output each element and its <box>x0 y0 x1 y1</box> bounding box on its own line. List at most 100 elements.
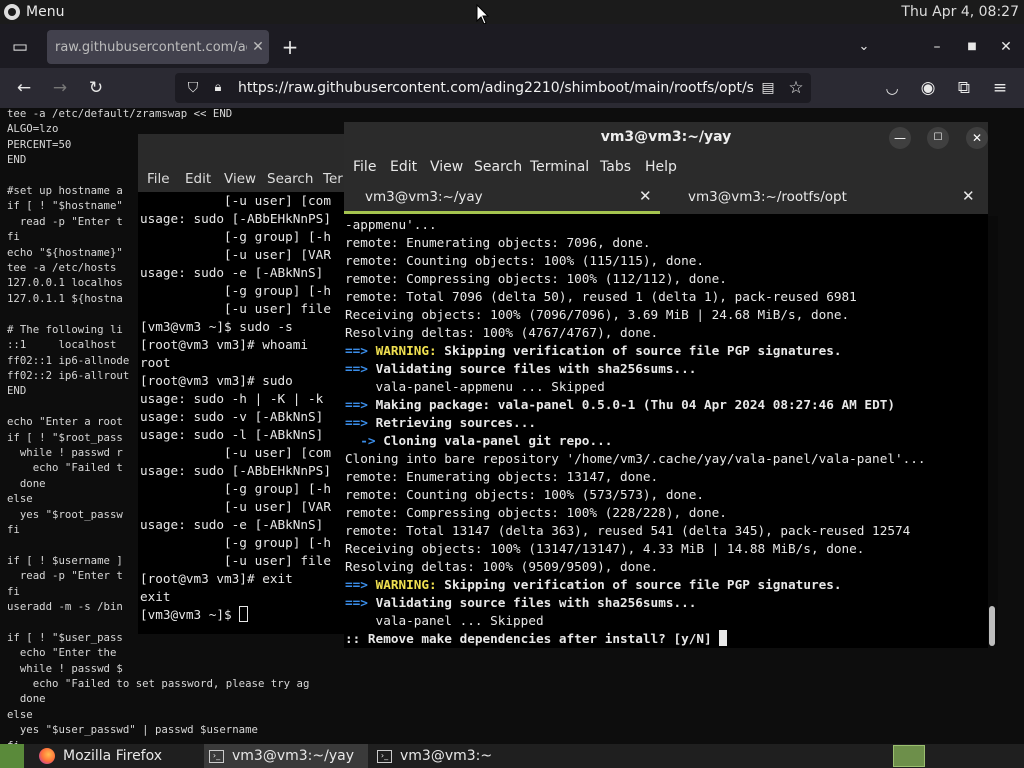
close-icon[interactable]: ✕ <box>966 127 988 149</box>
lock-icon[interactable]: 🔒︎ <box>207 78 229 98</box>
terminal-line: [-u user] file <box>140 553 331 568</box>
clock[interactable]: Thu Apr 4, 08:27 <box>901 4 1019 20</box>
warning-text: Skipping verification of source file PGP… <box>436 577 842 592</box>
terminal-line: [-u user] file <box>140 301 331 316</box>
distro-logo-icon <box>4 4 20 20</box>
menu-label: Menu <box>26 4 65 20</box>
terminal-line: [-u user] [com <box>140 193 331 208</box>
back-menu-terminal[interactable]: Ter <box>323 171 343 187</box>
main-terminal-output[interactable]: -appmenu'... remote: Enumerating objects… <box>345 216 985 648</box>
back-menu-file[interactable]: File <box>147 171 170 187</box>
terminal-line: [-g group] [-h <box>140 229 331 244</box>
terminal-cursor <box>239 606 249 622</box>
terminal-line: [-u user] [VAR <box>140 499 331 514</box>
account-icon[interactable]: ◉ <box>917 78 939 98</box>
tab-rootfs-opt[interactable]: vm3@vm3:~/rootfs/opt ✕ <box>666 182 988 214</box>
url-bar[interactable]: ⛉ 🔒︎ https://raw.githubusercontent.com/a… <box>175 73 811 103</box>
back-menu-edit[interactable]: Edit <box>185 171 211 187</box>
step-text: Cloning vala-panel git repo... <box>383 433 613 448</box>
terminal-scrollbar[interactable] <box>988 216 998 646</box>
menu-terminal[interactable]: Terminal <box>530 159 589 175</box>
url-text[interactable]: https://raw.githubusercontent.com/ading2… <box>238 80 753 96</box>
menu-help[interactable]: Help <box>645 159 677 175</box>
taskbar-item-terminal-home[interactable]: ›_ vm3@vm3:~ <box>372 744 536 768</box>
close-icon[interactable]: ✕ <box>247 39 269 55</box>
terminal-line: [-u user] [com <box>140 445 331 460</box>
browser-tab[interactable]: raw.githubusercontent.com/adi ✕ <box>47 30 269 64</box>
maximize-icon[interactable]: ■ <box>961 37 983 57</box>
warning-text: Skipping verification of source file PGP… <box>436 343 842 358</box>
main-terminal-menubar: File Edit View Search Terminal Tabs Help <box>344 154 988 182</box>
menu-tabs[interactable]: Tabs <box>600 159 631 175</box>
back-menu-search[interactable]: Search <box>267 171 313 187</box>
back-terminal-output[interactable]: [-u user] [com usage: sudo [-ABbEHkNnPS]… <box>138 192 348 632</box>
back-terminal-menubar: File Edit View Search Ter <box>138 166 348 192</box>
terminal-prompt: :: Remove make dependencies after instal… <box>345 631 720 646</box>
terminal-line: vala-panel ... Skipped <box>345 613 544 628</box>
menu-file[interactable]: File <box>353 159 376 175</box>
back-menu-view[interactable]: View <box>224 171 256 187</box>
terminal-line: [-g group] [-h <box>140 481 331 496</box>
menu-button[interactable]: Menu <box>0 0 68 24</box>
warning-label: WARNING: <box>375 343 437 358</box>
terminal-line: [-u user] [VAR <box>140 247 331 262</box>
terminal-line: Resolving deltas: 100% (9509/9509), done… <box>345 559 659 574</box>
show-desktop-button[interactable] <box>0 744 24 768</box>
terminal-line: remote: Enumerating objects: 7096, done. <box>345 235 651 250</box>
close-icon[interactable]: ✕ <box>962 187 975 205</box>
warning-label: WARNING: <box>375 577 437 592</box>
terminal-line: ==> Retrieving sources... <box>345 415 536 430</box>
arrow-marker: ==> <box>345 595 376 610</box>
arrow-marker: -> <box>345 433 384 448</box>
minimize-icon[interactable]: – <box>926 37 948 57</box>
terminal-line: -appmenu'... <box>345 217 437 232</box>
terminal-line: ==> WARNING: Skipping verification of so… <box>345 577 842 592</box>
terminal-line: Resolving deltas: 100% (4767/4767), done… <box>345 325 659 340</box>
tab-yay[interactable]: vm3@vm3:~/yay ✕ <box>344 182 660 214</box>
terminal-icon: ›_ <box>209 749 224 763</box>
close-icon[interactable]: ✕ <box>639 187 652 205</box>
hamburger-menu-icon[interactable]: ≡ <box>989 78 1011 98</box>
terminal-line: Receiving objects: 100% (13147/13147), 4… <box>345 541 865 556</box>
star-icon[interactable]: ☆ <box>785 78 807 98</box>
terminal-line: [vm3@vm3 ~]$ sudo -s <box>140 319 293 334</box>
top-panel: Menu Thu Apr 4, 08:27 <box>0 0 1024 24</box>
extensions-icon[interactable]: ⧉ <box>953 78 975 98</box>
minimize-icon[interactable]: — <box>889 127 911 149</box>
step-text: Retrieving sources... <box>375 415 536 430</box>
terminal-line: exit <box>140 589 171 604</box>
back-arrow-icon[interactable]: ← <box>13 78 35 98</box>
scrollbar-thumb[interactable] <box>989 606 995 646</box>
chevron-down-icon[interactable]: ⌄ <box>853 37 875 57</box>
arrow-marker: ==> <box>345 361 376 376</box>
menu-view[interactable]: View <box>430 159 463 175</box>
arrow-marker: ==> <box>345 415 376 430</box>
workspace-switcher[interactable] <box>893 745 925 767</box>
terminal-line: Cloning into bare repository '/home/vm3/… <box>345 451 926 466</box>
terminal-line: remote: Compressing objects: 100% (228/2… <box>345 505 727 520</box>
window-close-icon[interactable]: ✕ <box>995 37 1017 57</box>
terminal-line: [-g group] [-h <box>140 535 331 550</box>
reader-view-icon[interactable]: ▤ <box>757 78 779 98</box>
terminal-line: ==> WARNING: Skipping verification of so… <box>345 343 842 358</box>
taskbar-label: vm3@vm3:~/yay <box>232 748 354 764</box>
terminal-line: remote: Compressing objects: 100% (112/1… <box>345 271 727 286</box>
pocket-icon[interactable]: ◡ <box>881 78 903 98</box>
maximize-icon[interactable]: ☐ <box>927 127 949 149</box>
shield-icon[interactable]: ⛉ <box>182 78 204 98</box>
menu-search[interactable]: Search <box>474 159 522 175</box>
step-text: Validating source files with sha256sums.… <box>375 361 697 376</box>
new-tab-icon[interactable]: + <box>279 37 301 57</box>
back-terminal-titlebar[interactable] <box>138 134 348 166</box>
taskbar-item-terminal-yay[interactable]: ›_ vm3@vm3:~/yay <box>204 744 368 768</box>
browser-tab-title: raw.githubusercontent.com/adi <box>55 39 247 55</box>
reload-icon[interactable]: ↻ <box>85 78 107 98</box>
taskbar-item-firefox[interactable]: Mozilla Firefox <box>34 744 198 768</box>
main-terminal-titlebar[interactable]: vm3@vm3:~/yay — ☐ ✕ <box>344 122 988 154</box>
terminal-line: [-g group] [-h <box>140 283 331 298</box>
tab-manager-icon[interactable]: ▭ <box>9 37 31 57</box>
terminal-line: [root@vm3 vm3]# whoami <box>140 337 309 352</box>
menu-edit[interactable]: Edit <box>390 159 417 175</box>
forward-arrow-icon[interactable]: → <box>49 78 71 98</box>
terminal-line: remote: Counting objects: 100% (573/573)… <box>345 487 705 502</box>
